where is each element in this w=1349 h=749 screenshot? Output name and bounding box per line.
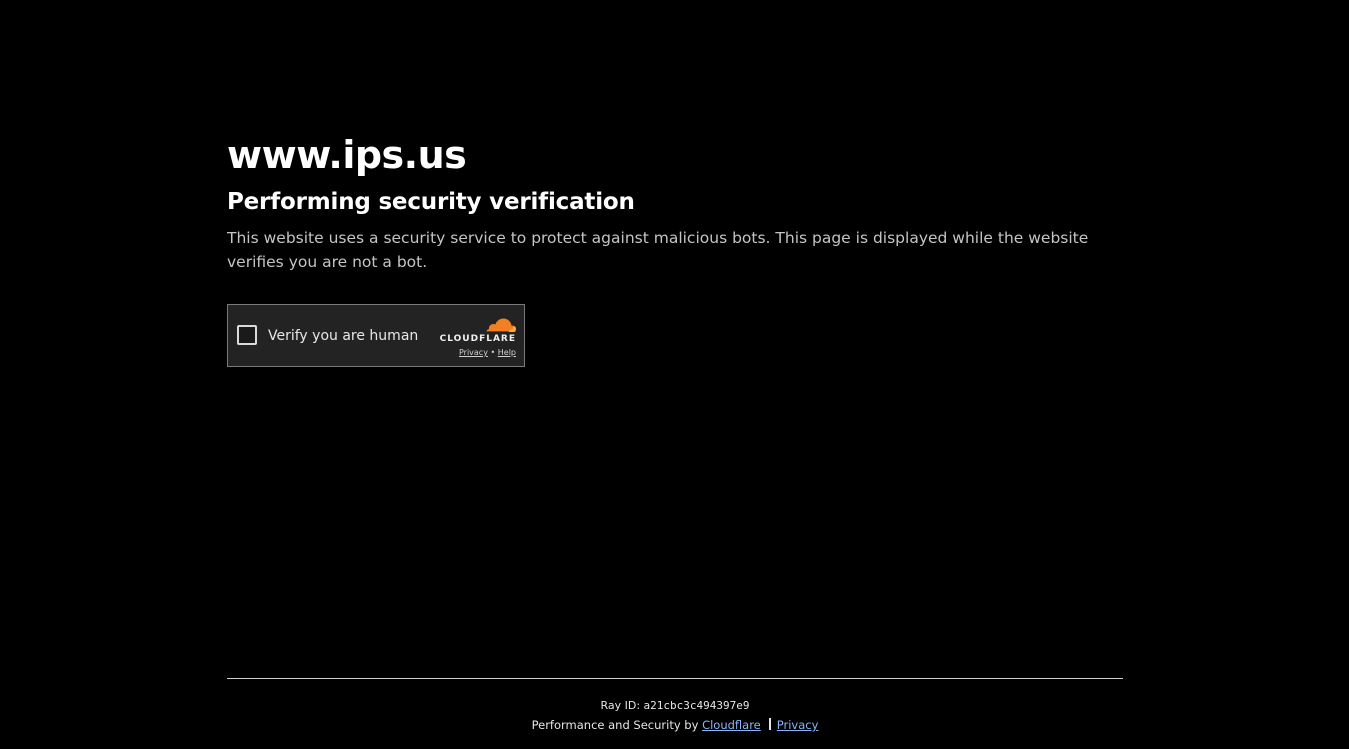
footer: Ray ID: a21cbc3c494397e9 Performance and… — [227, 678, 1123, 734]
cloudflare-link[interactable]: Cloudflare — [702, 718, 761, 732]
verify-checkbox-label[interactable]: Verify you are human — [268, 326, 418, 346]
ray-id-label: Ray ID: — [600, 699, 641, 712]
performance-text: Performance and Security by — [531, 718, 699, 732]
performance-line: Performance and Security by Cloudflare Pr… — [227, 716, 1123, 734]
main-content: www.ips.us Performing security verificat… — [227, 130, 1123, 367]
verification-page: www.ips.us Performing security verificat… — [0, 0, 1349, 749]
widget-privacy-link[interactable]: Privacy — [459, 348, 488, 357]
verification-heading: Performing security verification — [227, 189, 635, 215]
verification-description: This website uses a security service to … — [227, 229, 1089, 271]
widget-help-link[interactable]: Help — [498, 348, 516, 357]
widget-links: Privacy • Help — [459, 348, 516, 358]
verify-checkbox[interactable] — [237, 325, 257, 345]
cloudflare-branding: CLOUDFLARE Privacy • Help — [437, 315, 517, 359]
cloudflare-cloud-icon — [486, 318, 516, 333]
ray-id-line: Ray ID: a21cbc3c494397e9 — [227, 697, 1123, 715]
link-separator: • — [490, 348, 496, 357]
cloudflare-wordmark: CLOUDFLARE — [439, 334, 516, 344]
site-title: www.ips.us — [227, 133, 467, 177]
footer-divider — [768, 718, 771, 730]
footer-privacy-link[interactable]: Privacy — [777, 718, 819, 732]
turnstile-widget: Verify you are human CLOUDFLARE Privacy … — [227, 304, 525, 367]
ray-id-value: a21cbc3c494397e9 — [643, 699, 750, 712]
